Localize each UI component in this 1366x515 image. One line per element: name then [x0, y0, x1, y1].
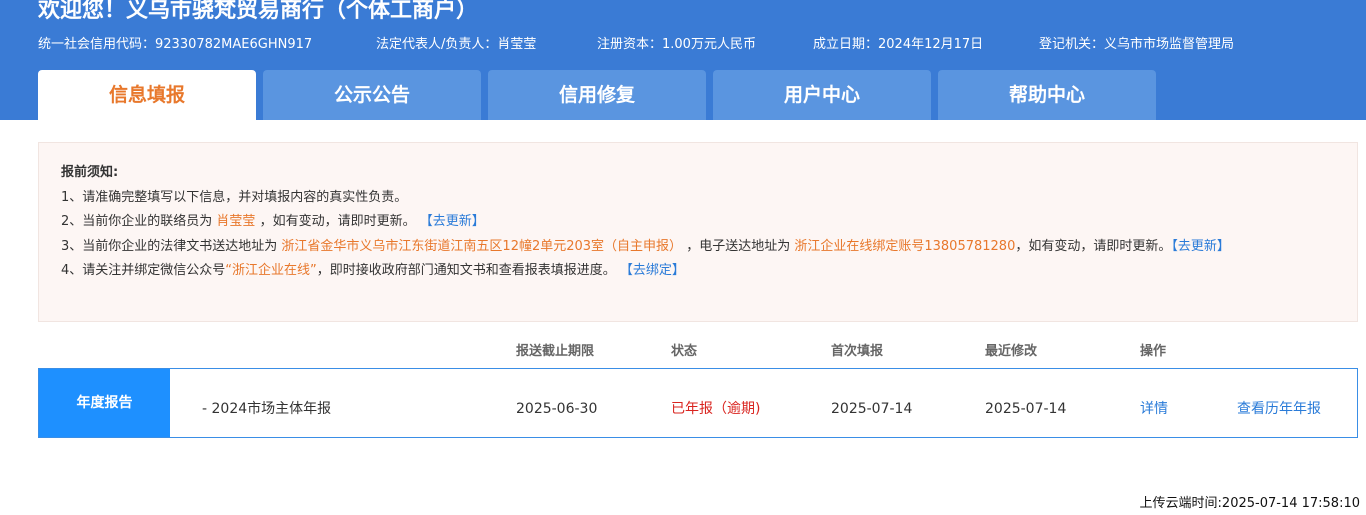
- column-header-last-modified: 最近修改: [985, 344, 1038, 359]
- liaison-name: 肖莹莹: [216, 214, 256, 229]
- tab-help-center[interactable]: 帮助中心: [938, 70, 1156, 120]
- notice-line-4-text-post: ，即时接收政府部门通知文书和查看报表填报进度。: [316, 263, 616, 278]
- registration-authority: 登记机关：义乌市市场监督管理局: [1039, 37, 1235, 52]
- notice-line-4-text: 4、请关注并绑定微信公众号: [61, 263, 226, 278]
- notice-line-1-text: 1、请准确完整填写以下信息，并对填报内容的真实性负责。: [61, 189, 408, 205]
- annual-report-row: 年度报告 - 2024市场主体年报 2025-06-30 已年报（逾期) 202…: [38, 368, 1358, 438]
- tab-info-report[interactable]: 信息填报: [38, 70, 256, 120]
- legal-representative: 法定代表人/负责人：肖莹莹: [376, 37, 537, 52]
- tab-announcements[interactable]: 公示公告: [263, 70, 481, 120]
- header: 欢迎您！义乌市骁梵贸易商行（个体工商户） 统一社会信用代码：92330782MA…: [0, 0, 1366, 120]
- notice-line-3-text-mid: ，电子送达地址为: [686, 238, 791, 254]
- notice-line-2-text-post: ，如有变动，请即时更新。: [259, 214, 416, 229]
- column-header-status: 状态: [671, 344, 698, 359]
- notice-line-2-text: 2、当前你企业的联络员为: [61, 214, 213, 229]
- service-address: 浙江省金华市义乌市江东街道江南五区12幢2单元203室（自主申报）: [281, 238, 683, 254]
- electronic-address: 浙江企业在线绑定账号13805781280: [794, 238, 1016, 254]
- notice-line-3: 3、当前你企业的法律文书送达地址为 浙江省金华市义乌市江东街道江南五区12幢2单…: [61, 235, 1335, 260]
- notice-line-2: 2、当前你企业的联络员为 肖莹莹 ，如有变动，请即时更新。 【去更新】: [61, 210, 1335, 235]
- history-reports-link[interactable]: 查看历年年报: [1237, 369, 1321, 437]
- update-address-link[interactable]: 【去更新】: [1171, 239, 1230, 254]
- credit-code: 统一社会信用代码：92330782MAE6GHN917: [38, 37, 313, 52]
- notice-line-3-text-post: ，如有变动，请即时更新。: [1015, 238, 1172, 254]
- column-header-first-filing: 首次填报: [831, 344, 884, 359]
- established-date: 成立日期：2024年12月17日: [813, 37, 984, 52]
- notice-panel: 报前须知: 1、请准确完整填写以下信息，并对填报内容的真实性负责。 2、当前你企…: [38, 142, 1358, 322]
- report-deadline: 2025-06-30: [516, 401, 598, 417]
- detail-link[interactable]: 详情: [1140, 369, 1168, 437]
- column-header-deadline: 报送截止期限: [516, 344, 595, 359]
- tab-credit-repair[interactable]: 信用修复: [488, 70, 706, 120]
- wechat-account-name: “浙江企业在线”: [225, 263, 317, 278]
- column-header-action: 操作: [1140, 344, 1167, 359]
- notice-title: 报前须知:: [61, 165, 119, 180]
- notice-line-1: 1、请准确完整填写以下信息，并对填报内容的真实性负责。: [61, 186, 1335, 211]
- company-title: 欢迎您！义乌市骁梵贸易商行（个体工商户）: [38, 0, 479, 23]
- notice-line-3-text: 3、当前你企业的法律文书送达地址为: [61, 238, 278, 254]
- bind-wechat-link[interactable]: 【去绑定】: [620, 263, 685, 278]
- row-label-annual-report: 年度报告: [39, 369, 170, 437]
- notice-line-4: 4、请关注并绑定微信公众号“浙江企业在线”，即时接收政府部门通知文书和查看报表填…: [61, 259, 1335, 284]
- report-last-modified: 2025-07-14: [985, 401, 1067, 417]
- upload-time: 上传云端时间:2025-07-14 17:58:10: [1139, 496, 1360, 511]
- report-status: 已年报（逾期): [671, 401, 761, 417]
- report-first-filing: 2025-07-14: [831, 401, 913, 417]
- tab-user-center[interactable]: 用户中心: [713, 70, 931, 120]
- update-liaison-link[interactable]: 【去更新】: [420, 214, 485, 229]
- report-name: - 2024市场主体年报: [202, 401, 332, 417]
- registered-capital: 注册资本：1.00万元人民币: [597, 37, 756, 52]
